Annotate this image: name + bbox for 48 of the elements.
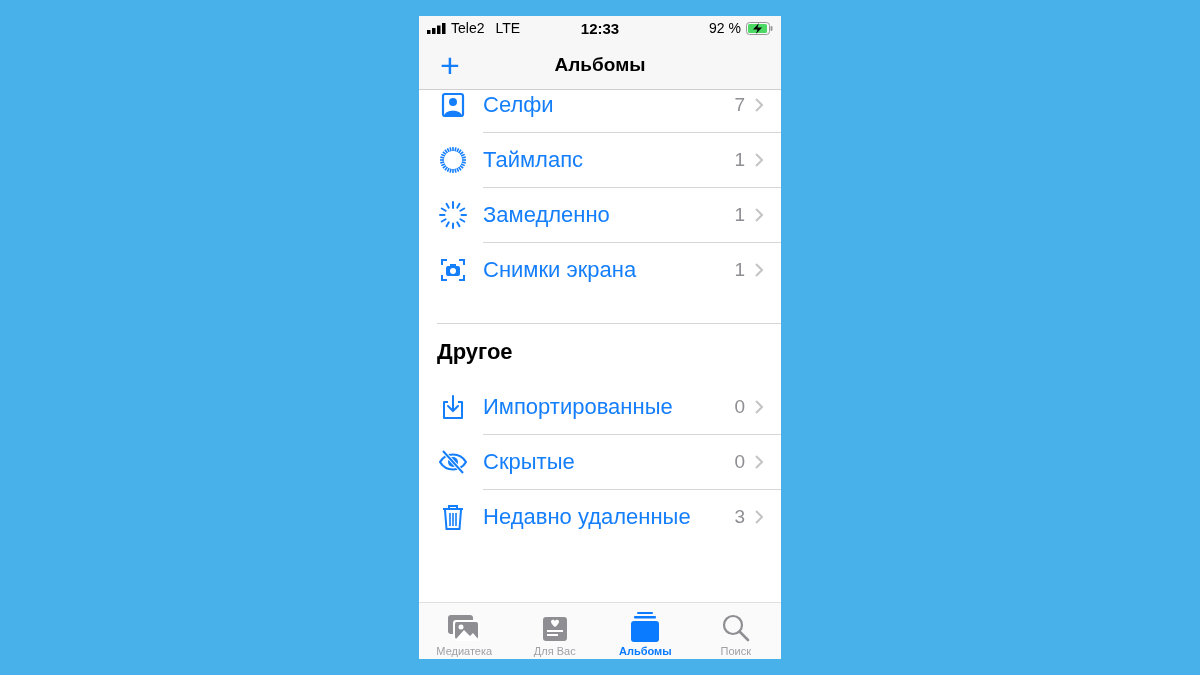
album-count: 7 [734,94,745,116]
dotted-circle-icon [439,145,467,174]
chevron-right-icon [755,98,763,112]
album-name: Скрытые [483,449,576,475]
tab-button[interactable]: Медиатека [419,603,510,659]
chevron-right-icon [755,510,763,524]
tab-button[interactable]: Альбомы [600,603,691,659]
add-button[interactable]: + [431,47,469,82]
search-icon [721,614,750,642]
battery-percent: 92 % [709,20,741,36]
stacked-albums-icon [631,612,660,642]
network-type: LTE [495,20,521,36]
clock-time: 12:33 [580,19,620,37]
heart-card-icon [541,616,568,642]
album-count: 0 [734,451,745,473]
chevron-right-icon [755,263,763,277]
album-name: Импортированные [483,394,674,420]
carrier-name: Tele2 [451,20,485,36]
chevron-right-icon [755,153,763,167]
section-heading: Другое [437,338,513,365]
person-portrait-icon [439,90,467,119]
chevron-right-icon [755,455,763,469]
chevron-right-icon [755,208,763,222]
album-count: 1 [734,204,745,226]
album-name: Снимки экрана [483,257,638,283]
charging-battery-icon [746,21,773,35]
album-count: 1 [734,259,745,281]
tab-button[interactable]: Поиск [690,603,781,659]
album-name: Недавно удаленные [483,504,692,530]
album-count: 3 [734,506,745,528]
album-row[interactable]: Замедленно 1 [419,187,781,242]
album-row[interactable]: Импортированные 0 [419,379,781,434]
album-name: Замедленно [483,202,611,228]
album-row[interactable]: Недавно удаленные 3 [419,489,781,544]
chevron-right-icon [755,400,763,414]
album-row[interactable]: Селфи 7 [419,90,781,132]
dashed-circle-icon [439,200,467,229]
album-name: Селфи [483,92,555,118]
album-row[interactable]: Таймлапс 1 [419,132,781,187]
screen-title: Альбомы [554,53,646,75]
album-row[interactable]: Снимки экрана 1 [419,242,781,297]
album-count: 0 [734,396,745,418]
tab-button[interactable]: Для Вас [509,603,600,659]
album-name: Таймлапс [483,147,585,173]
album-row[interactable]: Скрытые 0 [419,434,781,489]
crossed-eye-icon [439,447,467,476]
album-count: 1 [734,149,745,171]
signal-icon [427,22,446,34]
